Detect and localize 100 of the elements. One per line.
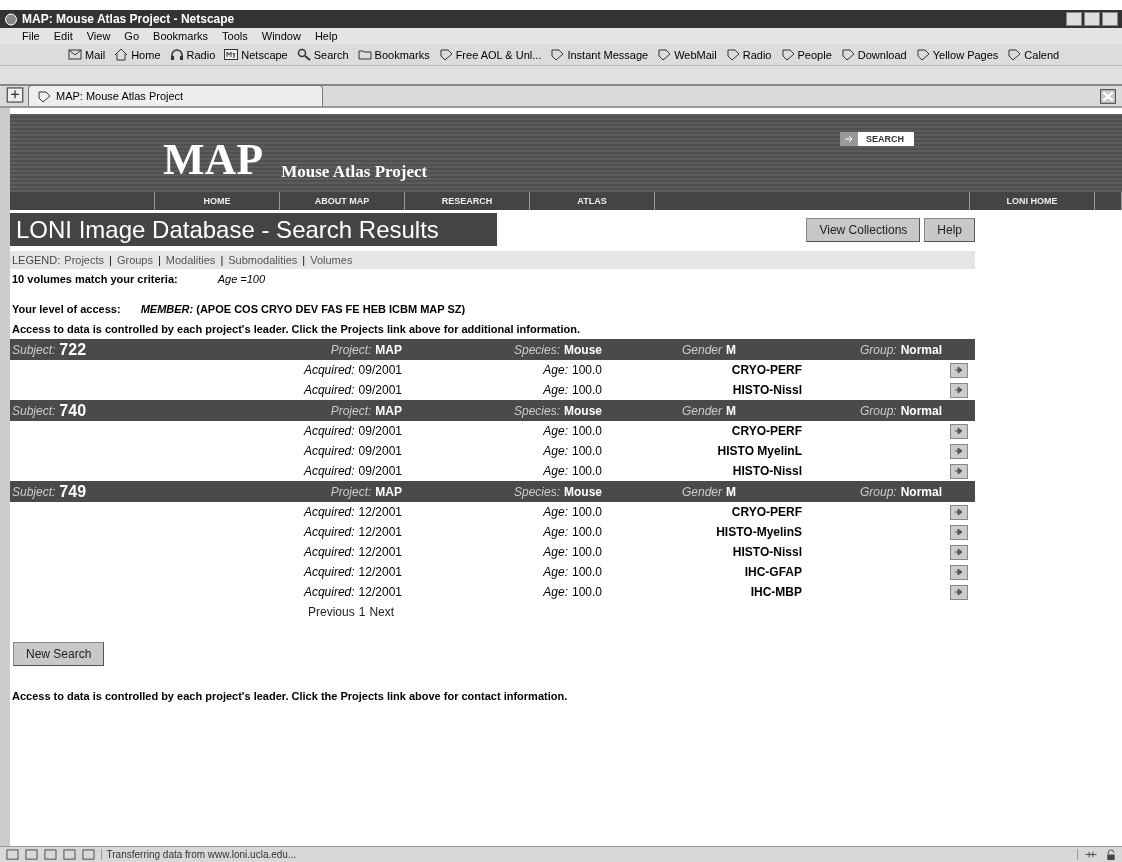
volume-name: IHC-MBP bbox=[749, 584, 802, 601]
bookmark-icon bbox=[780, 48, 795, 61]
pagination-link[interactable]: 1 bbox=[358, 605, 366, 619]
toolbar-button[interactable]: Radio bbox=[169, 48, 216, 61]
acquired-value: 12/2001 bbox=[358, 585, 402, 599]
toolbar-button[interactable]: Bookmarks bbox=[357, 48, 430, 61]
toolbar-button[interactable]: Yellow Pages bbox=[915, 48, 999, 61]
site-search-button[interactable]: SEARCH bbox=[840, 132, 914, 146]
pagination-link[interactable]: Previous bbox=[308, 605, 355, 619]
arrow-icon bbox=[953, 447, 964, 455]
acquired-label: Acquired: bbox=[303, 464, 355, 478]
group-label: Group: bbox=[859, 403, 897, 418]
browser-tab[interactable]: MAP: Mouse Atlas Project bbox=[28, 85, 323, 106]
view-button[interactable] bbox=[949, 564, 968, 580]
volume-name: HISTO MyelinL bbox=[716, 443, 802, 460]
age-value: 100.0 bbox=[571, 505, 602, 519]
acquired-label: Acquired: bbox=[303, 565, 355, 579]
toolbar-button[interactable]: Mail bbox=[68, 48, 106, 61]
view-button[interactable] bbox=[949, 362, 968, 378]
window-title: MAP: Mouse Atlas Project - Netscape bbox=[22, 12, 236, 26]
volume-name: IHC-GFAP bbox=[743, 564, 802, 581]
nav-link[interactable]: ABOUT MAP bbox=[280, 192, 405, 210]
volume-name: CRYO-PERF bbox=[730, 362, 802, 379]
view-button[interactable] bbox=[949, 463, 968, 479]
view-button[interactable] bbox=[949, 544, 968, 560]
minimize-button[interactable] bbox=[1066, 12, 1082, 26]
acquired-value: 12/2001 bbox=[358, 505, 402, 519]
view-button[interactable] bbox=[949, 524, 968, 540]
toolbar-button[interactable]: Free AOL & Unl... bbox=[438, 48, 542, 61]
age-value: 100.0 bbox=[571, 565, 602, 579]
new-search-button[interactable]: New Search bbox=[13, 642, 105, 666]
age-label: Age: bbox=[543, 444, 568, 458]
subject-value: 722 bbox=[59, 340, 87, 359]
close-tab-icon[interactable] bbox=[1100, 89, 1116, 104]
toolbar-button[interactable]: Calend bbox=[1007, 48, 1060, 61]
toolbar-button[interactable]: Home bbox=[114, 48, 161, 61]
footer-note: Access to data is controlled by each project's leader. Click the Projects link above for contact information. bbox=[11, 689, 569, 704]
menu-item[interactable]: Help bbox=[314, 30, 338, 42]
nav-link[interactable]: LONI HOME bbox=[970, 192, 1095, 210]
access-notice: Access to data is controlled by each project's leader. Click the Projects link above for additional information. bbox=[11, 322, 582, 337]
action-button[interactable]: View Collections bbox=[806, 217, 921, 242]
age-label: Age: bbox=[543, 464, 568, 478]
nav-link[interactable]: ATLAS bbox=[530, 192, 655, 210]
arrow-icon bbox=[953, 588, 964, 596]
close-button[interactable] bbox=[1102, 12, 1118, 26]
project-value: MAP bbox=[375, 403, 402, 418]
age-label: Age: bbox=[543, 424, 568, 438]
acquired-label: Acquired: bbox=[303, 505, 355, 519]
menu-item[interactable]: File bbox=[22, 30, 40, 42]
species-label: Species: bbox=[513, 342, 560, 357]
browser-logo-icon bbox=[4, 12, 18, 26]
nav-link[interactable]: HOME bbox=[155, 192, 280, 210]
age-label: Age: bbox=[543, 383, 568, 397]
arrow-icon bbox=[953, 427, 964, 435]
maximize-button[interactable] bbox=[1084, 12, 1100, 26]
project-value: MAP bbox=[375, 342, 402, 357]
legend-link[interactable]: Groups bbox=[116, 254, 153, 266]
view-button[interactable] bbox=[949, 423, 968, 439]
acquired-value: 12/2001 bbox=[358, 565, 402, 579]
view-button[interactable] bbox=[949, 584, 968, 600]
view-button[interactable] bbox=[949, 382, 968, 398]
group-label: Group: bbox=[859, 484, 897, 499]
age-value: 100.0 bbox=[571, 444, 602, 458]
toolbar-button[interactable]: Download bbox=[840, 48, 907, 61]
action-button[interactable]: Help bbox=[924, 217, 975, 242]
menu-item[interactable]: Bookmarks bbox=[153, 30, 209, 42]
pagination-link[interactable]: Next bbox=[369, 605, 395, 619]
arrow-icon bbox=[953, 568, 964, 576]
access-level: MEMBER: bbox=[140, 303, 194, 315]
arrow-icon bbox=[953, 508, 964, 516]
view-button[interactable] bbox=[949, 504, 968, 520]
toolbar-button[interactable]: Netscape bbox=[224, 48, 288, 61]
legend-link[interactable]: Modalities bbox=[165, 254, 216, 266]
subject-label: Subject: bbox=[12, 403, 56, 418]
menu-item[interactable]: Go bbox=[124, 30, 140, 42]
volume-name: HISTO-Nissl bbox=[731, 544, 802, 561]
species-label: Species: bbox=[513, 403, 560, 418]
arrow-icon bbox=[953, 528, 964, 536]
acquired-label: Acquired: bbox=[303, 444, 355, 458]
age-value: 100.0 bbox=[571, 363, 602, 377]
toolbar-button[interactable]: Instant Message bbox=[550, 48, 649, 61]
nav-link[interactable]: RESEARCH bbox=[405, 192, 530, 210]
menu-item[interactable]: Edit bbox=[53, 30, 73, 42]
new-tab-icon[interactable] bbox=[6, 86, 24, 104]
menu-item[interactable]: Tools bbox=[222, 30, 248, 42]
toolbar-button[interactable]: Radio bbox=[725, 48, 772, 61]
access-label: Your level of access: bbox=[12, 303, 121, 315]
species-label: Species: bbox=[513, 484, 560, 499]
view-button[interactable] bbox=[949, 443, 968, 459]
toolbar-button[interactable]: WebMail bbox=[657, 48, 717, 61]
legend-link[interactable]: Submodalities bbox=[228, 254, 298, 266]
lock-icon[interactable] bbox=[1104, 848, 1118, 861]
toolbar-button[interactable]: People bbox=[780, 48, 832, 61]
toolbar-button[interactable]: Search bbox=[296, 48, 349, 61]
legend-link[interactable]: Projects bbox=[64, 254, 105, 266]
project-label: Project: bbox=[330, 342, 372, 357]
menu-item[interactable]: View bbox=[86, 30, 111, 42]
age-label: Age: bbox=[543, 545, 568, 559]
menu-item[interactable]: Window bbox=[261, 30, 301, 42]
legend-link[interactable]: Volumes bbox=[310, 254, 353, 266]
